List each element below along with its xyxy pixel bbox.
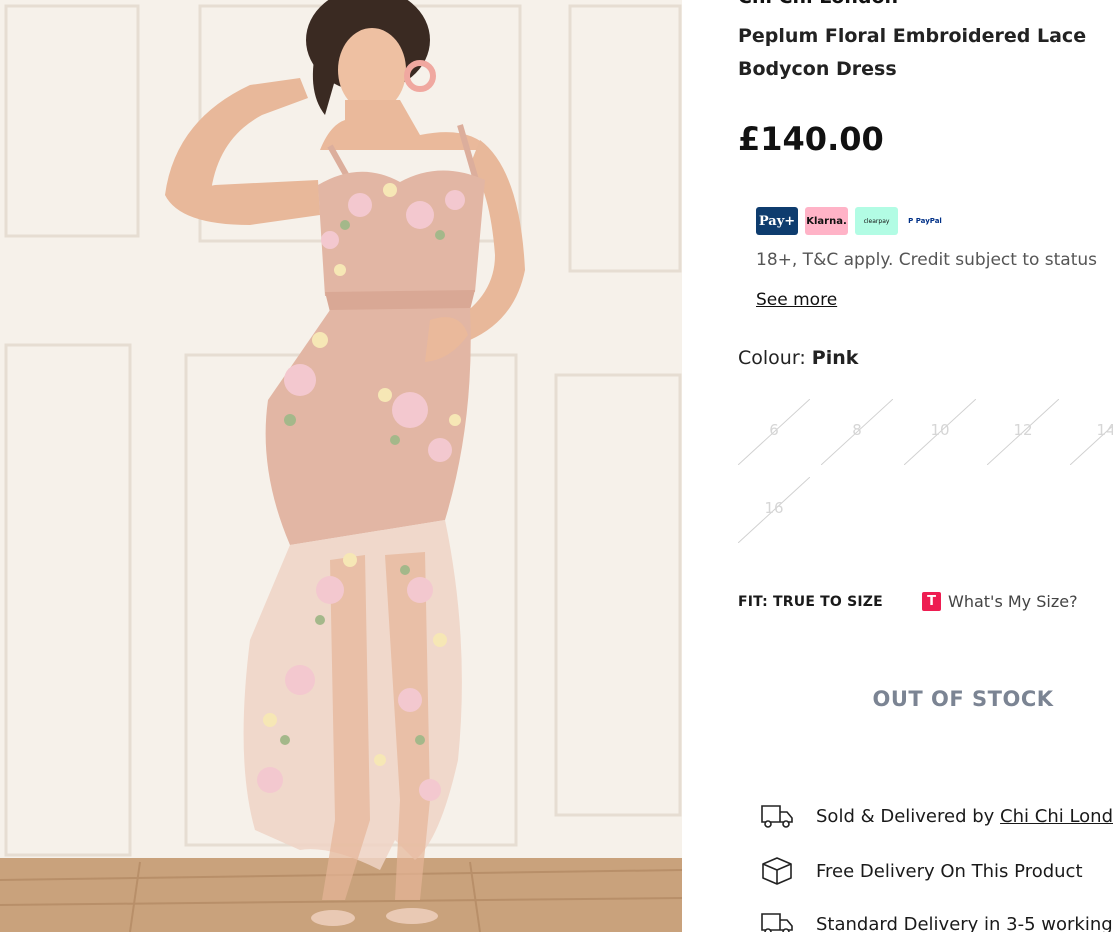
free-delivery-text: Free Delivery On This Product [816, 860, 1083, 882]
size-label: 8 [852, 421, 862, 439]
standard-delivery-text: Standard Delivery in 3-5 working days [816, 913, 1113, 932]
size-option-16[interactable]: 16 [738, 477, 810, 543]
clearpay-icon: clearpay [855, 207, 898, 235]
size-tool-icon: T [922, 592, 941, 611]
size-label: 6 [769, 421, 779, 439]
sold-delivered-text: Sold & Delivered by Chi Chi London [816, 806, 1113, 827]
product-image[interactable] [0, 0, 682, 932]
sold-by-prefix: Sold & Delivered by [816, 805, 995, 827]
size-label: 16 [764, 499, 784, 517]
sold-delivered-row: Sold & Delivered by Chi Chi London [760, 802, 1113, 830]
size-option-14[interactable]: 14 [1070, 399, 1113, 465]
size-option-8[interactable]: 8 [821, 399, 893, 465]
size-option-10[interactable]: 10 [904, 399, 976, 465]
klarna-icon: Klarna. [805, 207, 848, 235]
delivery-truck-icon [761, 805, 793, 828]
whats-my-size-link[interactable]: T What's My Size? [922, 592, 1078, 611]
size-label: 12 [1013, 421, 1033, 439]
colour-label: Colour: [738, 347, 806, 369]
standard-delivery-row: Standard Delivery in 3-5 working days [760, 910, 1113, 932]
package-box-icon [762, 857, 792, 885]
fit-guide-label: FIT: TRUE TO SIZE [738, 594, 883, 610]
brand-name[interactable]: Chi Chi London [738, 0, 898, 8]
product-price: £140.00 [738, 120, 884, 158]
out-of-stock-button[interactable]: OUT OF STOCK [813, 673, 1113, 725]
product-title: Peplum Floral Embroidered Lace Bodycon D… [738, 25, 1087, 80]
colour-value: Pink [811, 347, 859, 369]
size-option-12[interactable]: 12 [987, 399, 1059, 465]
payplus-icon: Pay+ [756, 207, 798, 235]
size-label: 10 [930, 421, 950, 439]
whats-my-size-label: What's My Size? [948, 592, 1078, 611]
seller-link[interactable]: Chi Chi London [1000, 806, 1113, 827]
payment-logos: Pay+ Klarna. clearpay P PayPal [756, 207, 945, 235]
see-more-link[interactable]: See more [756, 290, 837, 310]
free-delivery-row: Free Delivery On This Product [760, 856, 1083, 886]
size-option-6[interactable]: 6 [738, 399, 810, 465]
delivery-truck-icon [761, 913, 793, 932]
colour-selection: Colour: Pink [738, 347, 858, 369]
product-page: Chi Chi London Peplum Floral Embroidered… [0, 0, 1113, 932]
size-label: 14 [1096, 421, 1113, 439]
paypal-icon: P PayPal [908, 217, 942, 225]
credit-note: 18+, T&C apply. Credit subject to status [756, 250, 1098, 270]
